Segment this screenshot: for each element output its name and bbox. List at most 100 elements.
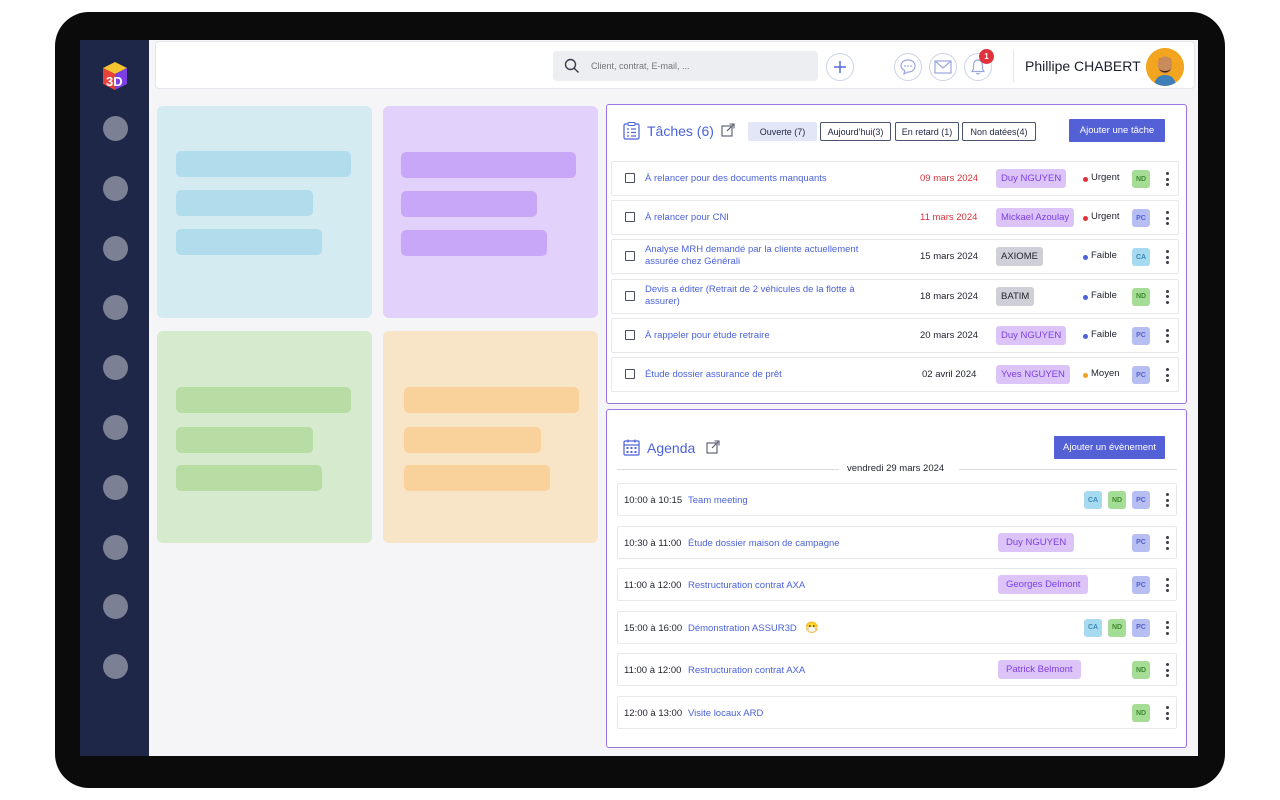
event-client-tag[interactable]: Duy NGUYEN <box>998 532 1075 552</box>
external-link-icon[interactable] <box>721 123 735 137</box>
participant-initials[interactable]: ND <box>1132 704 1150 722</box>
task-client-tag[interactable]: Duy NGUYEN <box>996 325 1067 345</box>
event-client-tag[interactable]: Georges Delmont <box>998 575 1089 595</box>
participant-initials[interactable]: ND <box>1108 618 1126 637</box>
more-options-icon[interactable] <box>1165 493 1169 507</box>
task-client-tag[interactable]: Duy NGUYEN <box>996 169 1067 188</box>
participant-initials[interactable]: CA <box>1084 491 1102 509</box>
assignee-initials[interactable]: PC <box>1132 209 1150 228</box>
add-task-button[interactable]: Ajouter une tâche <box>1069 119 1165 142</box>
user-name[interactable]: Phillipe CHABERT <box>1025 58 1141 74</box>
task-label[interactable]: Devis a éditer (Retrait de 2 véhicules d… <box>645 284 885 308</box>
more-options-icon[interactable] <box>1165 211 1169 226</box>
task-label[interactable]: À relancer pour des documents manquants <box>645 173 925 185</box>
event-title[interactable]: Restructuration contrat AXA <box>688 580 805 591</box>
participant-initials[interactable]: CA <box>1084 618 1102 637</box>
sidebar-nav-item[interactable] <box>103 116 128 141</box>
widget-placeholder-purple <box>383 106 598 318</box>
agenda-event-row[interactable]: 12:00 à 13:00 Visite locaux ARD ND <box>617 696 1177 729</box>
sidebar-nav-item[interactable] <box>103 474 128 500</box>
more-options-icon[interactable] <box>1165 172 1169 186</box>
chat-button[interactable] <box>894 53 922 81</box>
sidebar-nav-item[interactable] <box>103 654 128 680</box>
more-options-icon[interactable] <box>1165 535 1169 550</box>
sidebar-nav-item[interactable] <box>103 594 128 620</box>
sidebar-nav-item[interactable] <box>103 235 128 261</box>
event-title[interactable]: Étude dossier maison de campagne <box>688 538 840 549</box>
task-row[interactable]: Étude dossier assurance de prêt 02 avril … <box>611 357 1179 392</box>
more-options-icon[interactable] <box>1165 663 1169 678</box>
external-link-icon[interactable] <box>706 440 720 454</box>
task-row[interactable]: À relancer pour des documents manquants 0… <box>611 161 1179 196</box>
search-icon <box>564 58 579 73</box>
search-box[interactable] <box>553 51 818 81</box>
participant-initials[interactable]: PC <box>1132 618 1150 637</box>
filter-undated[interactable]: Non datées(4) <box>962 122 1036 141</box>
app-logo-icon[interactable]: 3D <box>100 60 130 92</box>
more-options-icon[interactable] <box>1165 289 1169 304</box>
avatar[interactable] <box>1146 48 1184 86</box>
assignee-initials[interactable]: PC <box>1132 366 1150 384</box>
assignee-initials[interactable]: CA <box>1132 248 1150 267</box>
sidebar-nav-item[interactable] <box>103 175 128 201</box>
task-checkbox[interactable] <box>625 212 635 223</box>
task-checkbox[interactable] <box>625 369 635 379</box>
skeleton-bar <box>176 151 351 177</box>
assignee-initials[interactable]: ND <box>1132 287 1150 306</box>
sidebar-nav-item[interactable] <box>103 534 128 560</box>
participant-initials[interactable]: PC <box>1132 576 1150 595</box>
assignee-initials[interactable]: ND <box>1132 170 1150 188</box>
more-options-icon[interactable] <box>1165 328 1169 343</box>
filter-late[interactable]: En retard (1) <box>895 122 959 141</box>
agenda-event-row[interactable]: 10:30 à 11:00 Étude dossier maison de cam… <box>617 525 1177 559</box>
agenda-event-row[interactable]: 11:00 à 12:00 Restructuration contrat AXA… <box>617 568 1177 602</box>
agenda-event-row[interactable]: 15:00 à 16:00 Démonstration ASSUR3D 😷 CA ND P… <box>617 610 1177 644</box>
filter-today[interactable]: Aujourd'hui(3) <box>820 122 891 141</box>
filter-open[interactable]: Ouverte (7) <box>748 122 817 141</box>
participant-initials[interactable]: ND <box>1108 491 1126 509</box>
more-options-icon[interactable] <box>1165 250 1169 265</box>
sidebar-nav-item[interactable] <box>103 355 128 381</box>
more-options-icon[interactable] <box>1165 368 1169 382</box>
mail-button[interactable] <box>929 53 957 81</box>
task-client-tag[interactable]: Yves NGUYEN <box>996 365 1070 384</box>
task-checkbox[interactable] <box>625 329 635 340</box>
add-button[interactable] <box>826 53 854 81</box>
task-label[interactable]: À relancer pour CNI <box>645 212 925 224</box>
task-label[interactable]: Analyse MRH demandé par la cliente actue… <box>645 244 885 268</box>
more-options-icon[interactable] <box>1165 706 1169 720</box>
event-title[interactable]: Team meeting <box>688 495 748 506</box>
tasks-panel: Tâches (6) Ouverte (7) Aujourd'hui(3) En… <box>606 104 1187 404</box>
task-client-tag[interactable]: BATIM <box>996 286 1035 306</box>
event-title[interactable]: Restructuration contrat AXA <box>688 665 805 676</box>
sidebar-nav-item[interactable] <box>103 295 128 321</box>
task-client-tag[interactable]: Mickael Azoulay <box>996 208 1075 228</box>
participant-initials[interactable]: PC <box>1132 533 1150 552</box>
participant-initials[interactable]: PC <box>1132 491 1150 509</box>
task-checkbox[interactable] <box>625 251 635 262</box>
assignee-initials[interactable]: PC <box>1132 326 1150 345</box>
task-checkbox[interactable] <box>625 173 635 183</box>
event-client-tag[interactable]: Patrick Belmont <box>998 660 1081 680</box>
sidebar-nav-item[interactable] <box>103 415 128 440</box>
more-options-icon[interactable] <box>1165 578 1169 593</box>
task-priority: Faible <box>1091 289 1117 301</box>
event-title[interactable]: Démonstration ASSUR3D <box>688 623 797 634</box>
event-time: 12:00 à 13:00 <box>624 708 683 719</box>
event-title[interactable]: Visite locaux ARD <box>688 708 763 719</box>
date-separator: vendredi 29 mars 2024 <box>617 462 1177 476</box>
more-options-icon[interactable] <box>1165 620 1169 635</box>
task-client-tag[interactable]: AXIOME <box>996 247 1043 267</box>
search-input[interactable] <box>591 56 811 76</box>
add-event-button[interactable]: Ajouter un évènement <box>1054 436 1165 459</box>
participant-initials[interactable]: ND <box>1132 661 1150 680</box>
agenda-event-row[interactable]: 10:00 à 10:15 Team meeting CA ND PC <box>617 483 1177 516</box>
task-row[interactable]: À rappeler pour étude retraire 20 mars 20… <box>611 317 1179 353</box>
task-checkbox[interactable] <box>625 290 635 301</box>
task-row[interactable]: Analyse MRH demandé par la cliente actue… <box>611 239 1179 275</box>
agenda-event-row[interactable]: 11:00 à 12:00 Restructuration contrat AXA… <box>617 653 1177 687</box>
task-row[interactable]: À relancer pour CNI 11 mars 2024 Mickael A… <box>611 200 1179 236</box>
task-label[interactable]: Étude dossier assurance de prêt <box>645 369 925 381</box>
task-label[interactable]: À rappeler pour étude retraire <box>645 330 925 342</box>
task-row[interactable]: Devis a éditer (Retrait de 2 véhicules d… <box>611 278 1179 314</box>
